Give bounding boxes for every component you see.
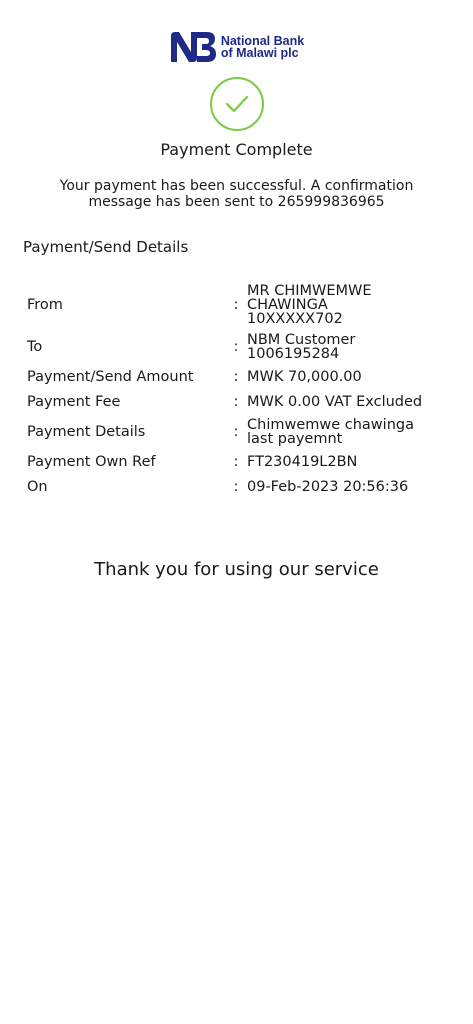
- detail-value-line: Chimwemwe chawinga: [247, 417, 414, 433]
- detail-value-line: 1006195284: [247, 346, 340, 362]
- check-icon: [209, 77, 264, 131]
- detail-value-line: last payemnt: [247, 431, 343, 447]
- bank-name-line2: of Malawi plc: [220, 46, 299, 60]
- detail-separator: :: [233, 297, 239, 313]
- detail-value: FT230419L2BN: [247, 453, 447, 471]
- detail-separator: :: [233, 479, 239, 495]
- detail-value-line: NBM Customer: [247, 332, 356, 348]
- success-indicator: [0, 77, 473, 131]
- detail-value-line: 09-Feb-2023 20:56:36: [247, 479, 409, 495]
- detail-label: From: [27, 297, 63, 313]
- detail-label: To: [27, 339, 43, 355]
- detail-separator: :: [233, 424, 239, 440]
- detail-row: Payment Fee: MWK 0.00 VAT Excluded: [0, 393, 473, 411]
- detail-separator: :: [233, 339, 239, 355]
- detail-row: From: MR CHIMWEMWE CHAWINGA 10XXXXX702: [0, 283, 473, 327]
- detail-value: MR CHIMWEMWE CHAWINGA 10XXXXX702: [247, 283, 447, 327]
- detail-row: Payment Details: Chimwemwe chawinga last p…: [0, 417, 473, 447]
- detail-row: Payment Own Ref: FT230419L2BN: [0, 453, 473, 471]
- detail-value-line: MWK 0.00 VAT Excluded: [247, 394, 423, 410]
- bank-logo: National Bank of Malawi plc: [0, 30, 473, 64]
- detail-label: Payment Details: [27, 424, 146, 440]
- detail-value-line: MR CHIMWEMWE: [247, 283, 372, 299]
- page-title: Payment Complete: [160, 140, 313, 159]
- detail-separator: :: [233, 369, 239, 385]
- detail-label: On: [27, 479, 48, 495]
- detail-separator: :: [233, 454, 239, 470]
- confirmation-message: Your payment has been successful. A conf…: [59, 178, 414, 210]
- detail-value: Chimwemwe chawinga last payemnt: [247, 417, 447, 447]
- detail-value: MWK 70,000.00: [247, 368, 447, 386]
- detail-value-line: 10XXXXX702: [247, 311, 343, 327]
- section-title: Payment/Send Details: [23, 238, 189, 256]
- detail-label: Payment Own Ref: [27, 454, 156, 470]
- detail-value-line: FT230419L2BN: [247, 454, 358, 470]
- detail-label: Payment Fee: [27, 394, 121, 410]
- detail-label: Payment/Send Amount: [27, 369, 194, 385]
- detail-value-line: CHAWINGA: [247, 297, 328, 313]
- thank-you-text: Thank you for using our service: [94, 559, 379, 580]
- detail-row: Payment/Send Amount: MWK 70,000.00: [0, 368, 473, 386]
- detail-row: To: NBM Customer 1006195284: [0, 332, 473, 362]
- detail-value-line: MWK 70,000.00: [247, 369, 362, 385]
- nb-monogram-icon: [170, 32, 216, 62]
- detail-row: On:09-Feb-2023 20:56:36: [0, 478, 473, 496]
- details-table: From: MR CHIMWEMWE CHAWINGA 10XXXXX702 To: NB…: [0, 284, 473, 503]
- detail-value: NBM Customer 1006195284: [247, 332, 447, 362]
- detail-value: MWK 0.00 VAT Excluded: [247, 393, 447, 411]
- detail-value: 09-Feb-2023 20:56:36: [247, 478, 447, 496]
- detail-separator: :: [233, 394, 239, 410]
